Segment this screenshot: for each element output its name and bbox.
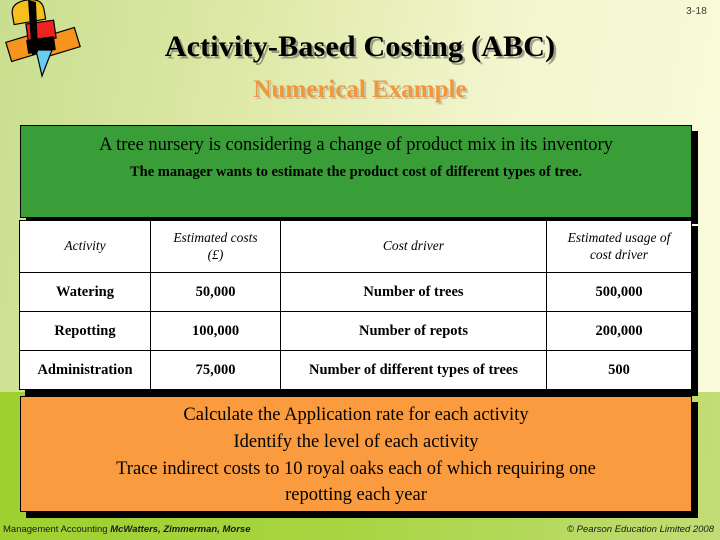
cell-activity: Watering	[19, 272, 151, 312]
footer-book-title: Management Accounting	[3, 524, 108, 535]
scenario-box: A tree nursery is considering a change o…	[20, 125, 692, 218]
cell-estimated-costs: 100,000	[150, 311, 281, 351]
task-line-3: Trace indirect costs to 10 royal oaks ea…	[116, 458, 596, 479]
table-header-estimated-usage-line1: Estimated usage of	[567, 229, 671, 245]
table-row: Administration 75,000 Number of differen…	[19, 350, 692, 390]
table-header-estimated-costs-line1: Estimated costs	[173, 229, 258, 245]
table-header-estimated-usage: Estimated usage of cost driver	[546, 220, 692, 273]
cell-estimated-usage: 500,000	[546, 272, 692, 312]
scenario-line-2: The manager wants to estimate the produc…	[130, 164, 582, 181]
cell-estimated-costs: 75,000	[150, 350, 281, 390]
table-header-activity: Activity	[19, 220, 151, 273]
footer-copyright: © Pearson Education Limited 2008	[567, 524, 714, 535]
task-line-1: Calculate the Application rate for each …	[183, 405, 529, 425]
task-line-4: repotting each year	[285, 485, 427, 506]
table-header-estimated-usage-line2: cost driver	[589, 246, 649, 262]
table-header-row: Activity Estimated costs (£) Cost driver…	[19, 220, 692, 273]
table-header-estimated-costs: Estimated costs (£)	[150, 220, 281, 273]
scenario-line-1: A tree nursery is considering a change o…	[99, 135, 613, 155]
table-header-estimated-costs-line2: (£)	[207, 246, 224, 262]
cell-estimated-costs: 50,000	[150, 272, 281, 312]
tasks-box: Calculate the Application rate for each …	[20, 396, 692, 512]
task-line-2: Identify the level of each activity	[233, 431, 479, 452]
activity-cost-table: Activity Estimated costs (£) Cost driver…	[19, 220, 692, 390]
cell-cost-driver: Number of different types of trees	[280, 350, 547, 390]
cell-cost-driver: Number of repots	[280, 311, 547, 351]
table-row: Repotting 100,000 Number of repots 200,0…	[19, 311, 692, 351]
footer-source: Management Accounting McWatters, Zimmerm…	[3, 524, 250, 535]
slide-number: 3-18	[686, 6, 707, 17]
cell-activity: Repotting	[19, 311, 151, 351]
footer-authors: McWatters, Zimmerman, Morse	[110, 524, 251, 535]
cell-cost-driver: Number of trees	[280, 272, 547, 312]
table-header-cost-driver: Cost driver	[280, 220, 547, 273]
cell-estimated-usage: 200,000	[546, 311, 692, 351]
slide-canvas: 3-18 Activity-Based Costing (ABC) Numeri…	[0, 0, 720, 540]
page-subtitle: Numerical Example	[253, 76, 467, 103]
cell-estimated-usage: 500	[546, 350, 692, 390]
cell-activity: Administration	[19, 350, 151, 390]
page-title: Activity-Based Costing (ABC)	[164, 30, 556, 63]
table-row: Watering 50,000 Number of trees 500,000	[19, 272, 692, 312]
